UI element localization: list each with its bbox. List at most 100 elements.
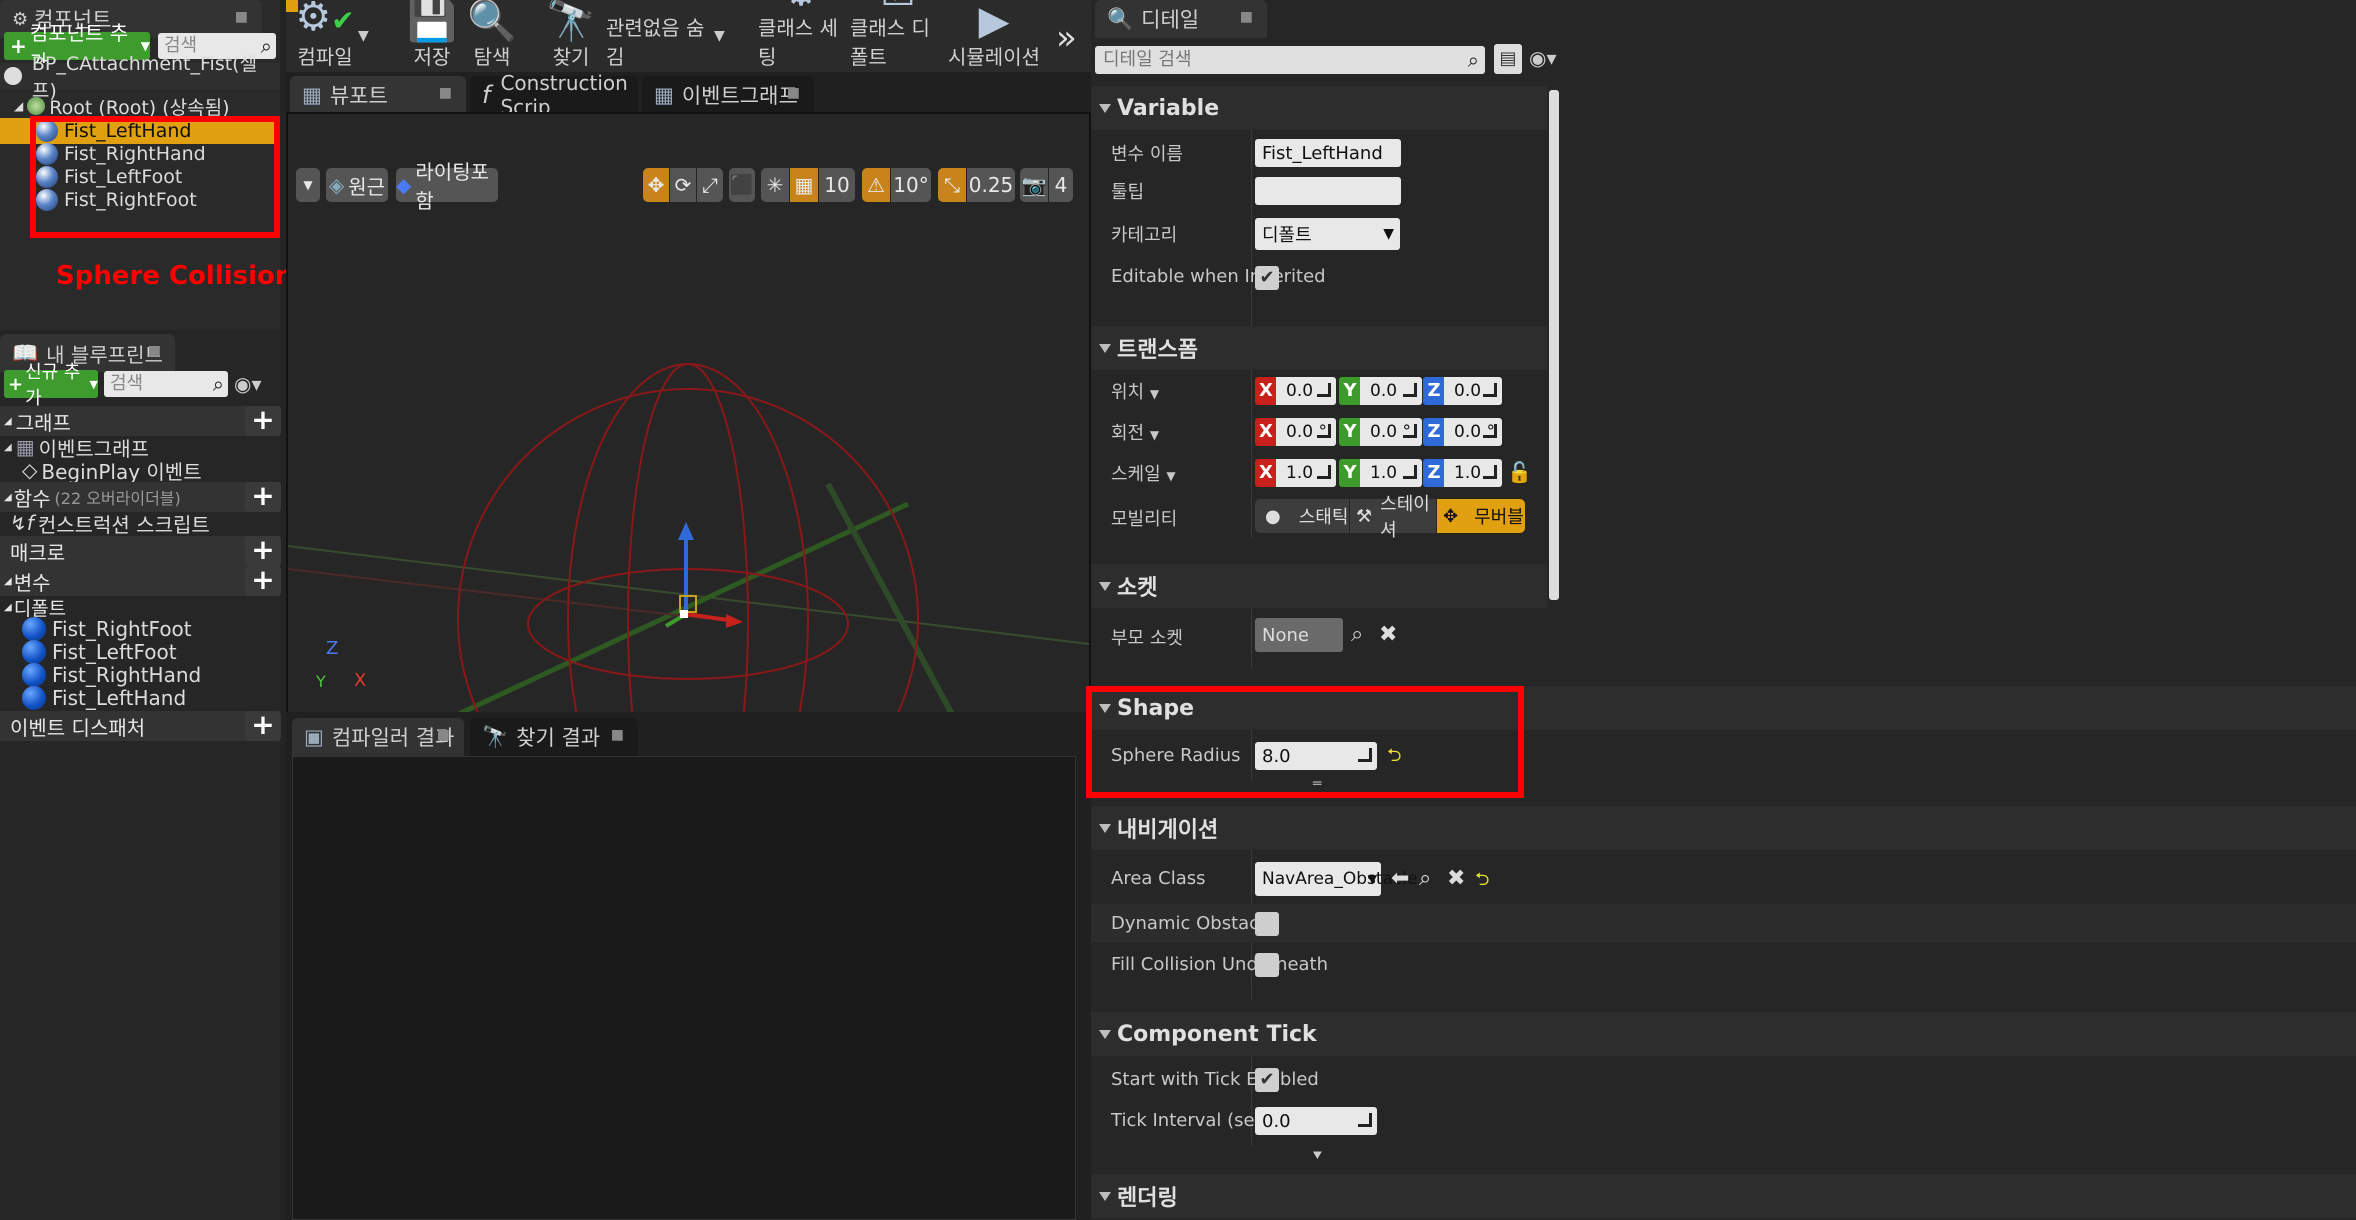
eye-icon[interactable]: ◉▾ xyxy=(234,372,262,396)
add-variable-button[interactable]: + xyxy=(245,566,281,596)
parent-socket-field[interactable]: None xyxy=(1255,618,1343,652)
perspective-button[interactable]: ◈ 원근 xyxy=(326,168,388,202)
hide-unrelated-button[interactable]: ⚯ 관련없음 숨김 xyxy=(606,0,716,72)
socket-section-header[interactable]: 소켓 xyxy=(1091,564,1547,608)
toolbar-overflow-icon[interactable]: » xyxy=(1056,18,1077,58)
rotation-z-field[interactable]: 0.0 ° xyxy=(1444,418,1502,446)
scale-x-field[interactable]: 1.0 xyxy=(1276,459,1336,487)
var-name-field[interactable]: Fist_LeftHand xyxy=(1255,139,1401,167)
editable-when-inherited-checkbox[interactable]: ✔ xyxy=(1255,266,1279,290)
property-matrix-icon[interactable]: ▤ xyxy=(1494,44,1522,74)
close-icon[interactable]: ■ xyxy=(235,9,248,25)
mobility-movable-button[interactable]: ✥ 무버블 xyxy=(1437,499,1525,533)
close-icon[interactable]: ■ xyxy=(437,727,450,743)
rotation-snap-value[interactable]: 10° xyxy=(891,168,931,202)
self-item[interactable]: BP_CAttachment_Fist(셀프) xyxy=(0,53,280,102)
area-class-dropdown[interactable]: NavArea_Obstacle ▼ xyxy=(1255,862,1417,896)
find-button[interactable]: 🔭 찾기 xyxy=(536,0,606,72)
close-icon[interactable]: ■ xyxy=(1240,9,1253,25)
local-space-icon[interactable]: ⬛ xyxy=(729,168,755,202)
tab-construction-script[interactable]: f Construction Scrip xyxy=(470,71,638,119)
browse-button[interactable]: 🔍 탐색 xyxy=(461,0,523,72)
compile-options-dropdown[interactable]: ▼ xyxy=(358,28,369,44)
fill-collision-checkbox[interactable] xyxy=(1255,953,1279,977)
macros-section-header[interactable]: 매크로 xyxy=(0,536,280,566)
tab-event-graph[interactable]: ▦ 이벤트그래프 ■ xyxy=(642,76,814,114)
navigation-section-header[interactable]: 내비게이션 xyxy=(1091,806,2356,850)
add-event-dispatcher-button[interactable]: + xyxy=(245,711,281,741)
rendering-section-header[interactable]: 렌더링 xyxy=(1091,1174,2356,1218)
class-defaults-button[interactable]: ☑ 클래스 디폴트 xyxy=(850,0,946,72)
tab-find-results[interactable]: 🔭 찾기 결과 ■ xyxy=(470,718,638,756)
variable-item[interactable]: Fist_LeftHand xyxy=(22,685,280,711)
construction-script-item[interactable]: ↯f 컨스트럭션 스크립트 xyxy=(10,510,280,537)
grid-snap-icon[interactable]: ▦ xyxy=(790,168,818,202)
scale-snap-value[interactable]: 0.25 xyxy=(967,168,1015,202)
class-settings-button[interactable]: ⚙ 클래스 세팅 xyxy=(758,0,844,72)
grid-snap-value[interactable]: 10 xyxy=(819,168,855,202)
variable-section-header[interactable]: Variable xyxy=(1091,86,1547,130)
variables-section-header[interactable]: ◢ 변수 xyxy=(0,566,280,596)
graph-section-header[interactable]: ◢ 그래프 xyxy=(0,406,280,436)
category-dropdown[interactable]: 디폴트 ▼ xyxy=(1255,218,1400,250)
dynamic-obstacle-checkbox[interactable] xyxy=(1255,912,1279,936)
location-x-field[interactable]: 0.0 xyxy=(1276,377,1336,405)
close-icon[interactable]: ■ xyxy=(439,85,452,101)
mobility-stationary-button[interactable]: ⚒ 스테이셔 xyxy=(1350,494,1436,541)
reset-to-default-icon[interactable]: ⮌ xyxy=(1475,867,1489,897)
tick-interval-field[interactable]: 0.0 xyxy=(1255,1107,1377,1135)
component-tick-section-header[interactable]: Component Tick xyxy=(1091,1012,2356,1056)
scale-z-field[interactable]: 1.0 xyxy=(1444,459,1502,487)
rotation-x-field[interactable]: 0.0 ° xyxy=(1276,418,1336,446)
details-search-input[interactable]: 디테일 검색 ⌕ xyxy=(1095,46,1485,74)
expand-advanced-icon[interactable]: ⯆ xyxy=(1311,1146,1324,1166)
rotation-y-field[interactable]: 0.0 ° xyxy=(1360,418,1422,446)
tab-viewport[interactable]: ▦ 뷰포트 ■ xyxy=(290,76,466,114)
add-macro-button[interactable]: + xyxy=(245,536,281,566)
surface-snap-icon[interactable]: ✳ xyxy=(761,168,789,202)
tooltip-field[interactable] xyxy=(1255,177,1401,205)
location-z-field[interactable]: 0.0 xyxy=(1444,377,1502,405)
translate-tool-icon[interactable]: ✥ xyxy=(643,168,669,202)
begin-play-item[interactable]: ◇ BeginPlay 이벤트 xyxy=(22,457,280,484)
event-dispatchers-section-header[interactable]: 이벤트 디스패처 xyxy=(0,711,280,741)
transform-section-header[interactable]: 트랜스폼 xyxy=(1091,326,1547,370)
compile-button[interactable]: ⚙✔ 컴파일 xyxy=(290,0,360,72)
scale-label[interactable]: 스케일 ▼ xyxy=(1111,460,1176,486)
scrollbar[interactable] xyxy=(1549,90,1559,600)
rotation-snap-icon[interactable]: ⚠ xyxy=(862,168,890,202)
rotation-label[interactable]: 회전 ▼ xyxy=(1111,419,1159,445)
location-y-field[interactable]: 0.0 xyxy=(1360,377,1422,405)
lock-icon[interactable]: 🔓 xyxy=(1507,460,1532,484)
tab-compiler-results[interactable]: ▣ 컴파일러 결과 ■ xyxy=(292,718,464,756)
add-new-button[interactable]: + 신규 추가 ▼ xyxy=(4,362,98,409)
camera-speed-icon[interactable]: 📷 xyxy=(1020,168,1048,202)
clear-icon[interactable]: ✖ xyxy=(1379,622,1397,647)
scale-snap-icon[interactable]: ⤡ xyxy=(938,168,966,202)
mobility-static-button[interactable]: ● 스태틱 xyxy=(1255,499,1349,533)
functions-section-header[interactable]: ◢ 함수 (22 오버라이더블) xyxy=(0,482,280,512)
eye-icon[interactable]: ◉▾ xyxy=(1529,46,1557,70)
camera-speed-value[interactable]: 4 xyxy=(1049,168,1073,202)
close-icon[interactable]: ■ xyxy=(148,343,161,359)
add-function-button[interactable]: + xyxy=(245,482,281,512)
use-selected-arrow-icon[interactable]: ⬅ xyxy=(1391,866,1409,891)
search-icon[interactable]: ⌕ xyxy=(1351,622,1363,647)
lighting-button[interactable]: ◆ 라이팅포함 xyxy=(396,160,498,213)
save-button[interactable]: 💾 저장 xyxy=(402,0,462,72)
viewport-options-button[interactable]: ▼ xyxy=(296,168,320,202)
blueprint-search-input[interactable]: 검색 ⌕ xyxy=(104,371,228,397)
tab-details[interactable]: 🔍 디테일 ■ xyxy=(1095,0,1267,38)
simulation-button[interactable]: ▶ 시뮬레이션 xyxy=(946,0,1042,72)
rotate-tool-icon[interactable]: ⟳ xyxy=(670,168,696,202)
scale-y-field[interactable]: 1.0 xyxy=(1360,459,1422,487)
clear-icon[interactable]: ✖ xyxy=(1447,866,1465,891)
add-graph-button[interactable]: + xyxy=(245,406,281,436)
close-icon[interactable]: ■ xyxy=(787,85,800,101)
start-tick-checkbox[interactable]: ✔ xyxy=(1255,1068,1279,1092)
scale-tool-icon[interactable]: ⤢ xyxy=(697,168,723,202)
close-icon[interactable]: ■ xyxy=(611,727,624,743)
browse-icon[interactable]: ⌕ xyxy=(1419,866,1431,891)
location-label[interactable]: 위치 ▼ xyxy=(1111,378,1159,404)
expand-arrow-icon[interactable]: ◢ xyxy=(14,99,23,113)
